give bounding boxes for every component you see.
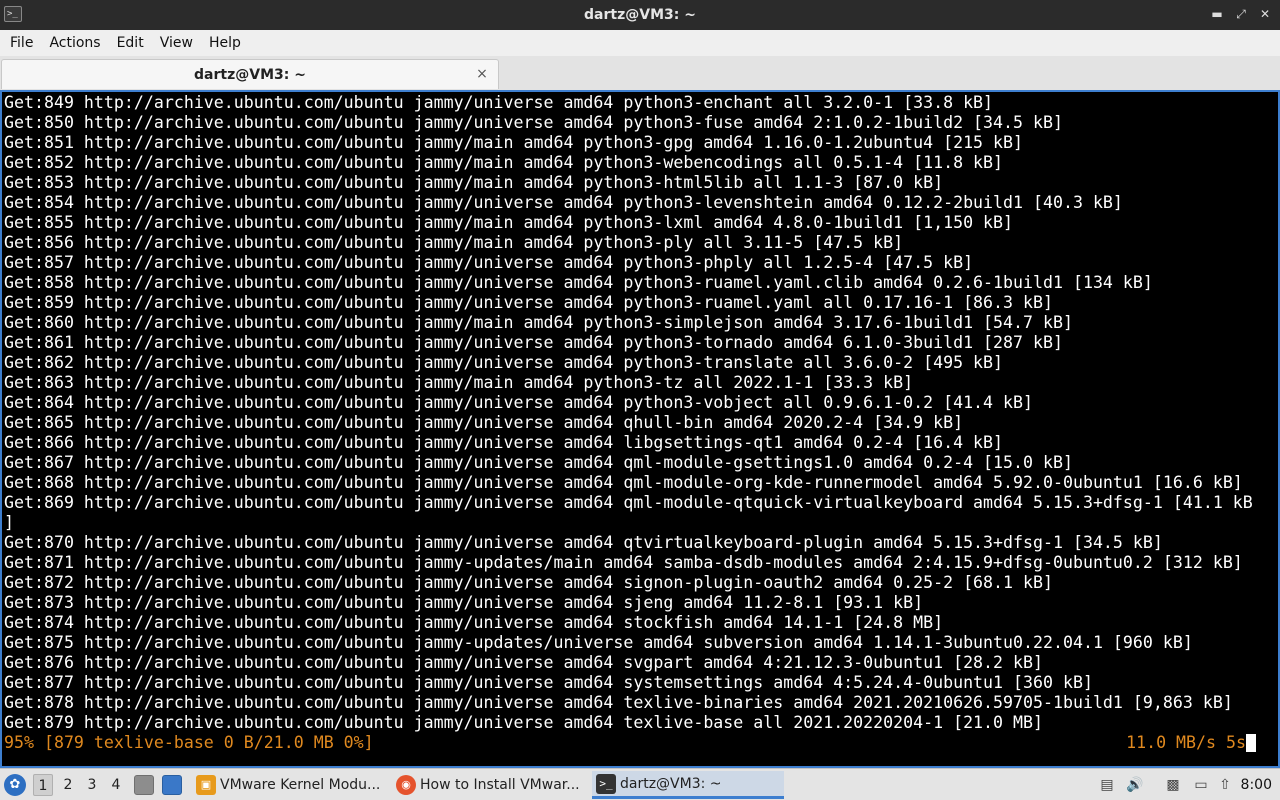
terminal-line: Get:849 http://archive.ubuntu.com/ubuntu… — [4, 93, 994, 112]
terminal-line: Get:877 http://archive.ubuntu.com/ubuntu… — [4, 673, 1093, 692]
terminal-output: Get:849 http://archive.ubuntu.com/ubuntu… — [4, 93, 1274, 733]
terminal-line: Get:857 http://archive.ubuntu.com/ubuntu… — [4, 253, 974, 272]
terminal-line: Get:861 http://archive.ubuntu.com/ubuntu… — [4, 333, 1063, 352]
terminal-line: Get:879 http://archive.ubuntu.com/ubuntu… — [4, 713, 1043, 732]
terminal-line: Get:864 http://archive.ubuntu.com/ubuntu… — [4, 393, 1033, 412]
window-titlebar[interactable]: >_ dartz@VM3: ~ ▬ ⤢ ✕ — [0, 0, 1280, 30]
progress-text: 95% [879 texlive-base 0 B/21.0 MB 0%] — [4, 733, 374, 752]
terminal-line: Get:858 http://archive.ubuntu.com/ubuntu… — [4, 273, 1153, 292]
terminal-line: Get:873 http://archive.ubuntu.com/ubuntu… — [4, 593, 924, 612]
terminal-line: Get:866 http://archive.ubuntu.com/ubuntu… — [4, 433, 1004, 452]
tab-label: dartz@VM3: ~ — [194, 67, 306, 83]
task-label: dartz@VM3: ~ — [620, 775, 722, 792]
clipboard-icon[interactable]: ▤ — [1098, 775, 1116, 795]
terminal-line: Get:852 http://archive.ubuntu.com/ubuntu… — [4, 153, 1004, 172]
terminal-line: Get:862 http://archive.ubuntu.com/ubuntu… — [4, 353, 1004, 372]
workspace-3[interactable]: 3 — [82, 774, 102, 796]
window-controls: ▬ ⤢ ✕ — [1210, 6, 1272, 22]
terminal-line: Get:868 http://archive.ubuntu.com/ubuntu… — [4, 473, 1243, 492]
task-firefox[interactable]: ◉ How to Install VMwar... — [392, 771, 588, 799]
terminal-line: Get:854 http://archive.ubuntu.com/ubuntu… — [4, 193, 1123, 212]
tab-bar: dartz@VM3: ~ × — [0, 56, 1280, 90]
download-speed: 11.0 MB/s 5s — [1126, 733, 1246, 752]
terminal-line: Get:860 http://archive.ubuntu.com/ubuntu… — [4, 313, 1073, 332]
firefox-icon: ◉ — [396, 775, 416, 795]
volume-icon[interactable]: 🔊 — [1126, 775, 1144, 795]
tab-terminal[interactable]: dartz@VM3: ~ × — [1, 59, 499, 89]
terminal-line: ] — [4, 513, 14, 532]
taskbar: ✿ 1 2 3 4 ▣ VMware Kernel Modu... ◉ How … — [0, 768, 1280, 800]
terminal-cursor — [1246, 734, 1256, 752]
terminal-line: Get:875 http://archive.ubuntu.com/ubuntu… — [4, 633, 1193, 652]
start-menu-icon[interactable]: ✿ — [4, 774, 26, 796]
desktop-icon[interactable] — [162, 775, 182, 795]
workspace-1[interactable]: 1 — [33, 774, 53, 796]
terminal-view[interactable]: Get:849 http://archive.ubuntu.com/ubuntu… — [0, 90, 1280, 768]
notes-icon[interactable]: ▩ — [1164, 775, 1182, 795]
terminal-line: Get:871 http://archive.ubuntu.com/ubuntu… — [4, 553, 1243, 572]
terminal-line: Get:850 http://archive.ubuntu.com/ubuntu… — [4, 113, 1063, 132]
tab-close-icon[interactable]: × — [474, 66, 490, 82]
minimize-icon[interactable]: ▬ — [1210, 6, 1224, 22]
display-icon[interactable]: ▭ — [1192, 775, 1210, 795]
terminal-line: Get:853 http://archive.ubuntu.com/ubuntu… — [4, 173, 944, 192]
file-manager-icon[interactable] — [134, 775, 154, 795]
menu-edit[interactable]: Edit — [111, 30, 150, 56]
terminal-line: Get:865 http://archive.ubuntu.com/ubuntu… — [4, 413, 964, 432]
menu-file[interactable]: File — [4, 30, 39, 56]
task-vmware[interactable]: ▣ VMware Kernel Modu... — [192, 771, 388, 799]
terminal-line: Get:878 http://archive.ubuntu.com/ubuntu… — [4, 693, 1233, 712]
close-icon[interactable]: ✕ — [1258, 6, 1272, 22]
terminal-line: Get:867 http://archive.ubuntu.com/ubuntu… — [4, 453, 1073, 472]
terminal-line: Get:869 http://archive.ubuntu.com/ubuntu… — [4, 493, 1253, 512]
menu-bar: File Actions Edit View Help — [0, 30, 1280, 56]
terminal-line: Get:874 http://archive.ubuntu.com/ubuntu… — [4, 613, 944, 632]
terminal-line: Get:856 http://archive.ubuntu.com/ubuntu… — [4, 233, 904, 252]
terminal-icon: >_ — [596, 773, 616, 794]
clock[interactable]: 8:00 — [1241, 769, 1272, 800]
terminal-line: Get:863 http://archive.ubuntu.com/ubuntu… — [4, 373, 914, 392]
menu-actions[interactable]: Actions — [43, 30, 106, 56]
maximize-icon[interactable]: ⤢ — [1234, 6, 1248, 22]
task-label: How to Install VMwar... — [420, 777, 580, 793]
terminal-line: Get:851 http://archive.ubuntu.com/ubuntu… — [4, 133, 1024, 152]
terminal-line: Get:870 http://archive.ubuntu.com/ubuntu… — [4, 533, 1163, 552]
terminal-line: Get:855 http://archive.ubuntu.com/ubuntu… — [4, 213, 1014, 232]
update-icon[interactable]: ⇧ — [1216, 775, 1234, 795]
menu-view[interactable]: View — [154, 30, 199, 56]
vmware-icon: ▣ — [196, 775, 216, 795]
terminal-line: Get:876 http://archive.ubuntu.com/ubuntu… — [4, 653, 1043, 672]
progress-row: 95% [879 texlive-base 0 B/21.0 MB 0%] 11… — [4, 733, 1274, 753]
window-title: dartz@VM3: ~ — [584, 7, 696, 23]
task-terminal[interactable]: >_ dartz@VM3: ~ — [592, 771, 784, 799]
workspace-4[interactable]: 4 — [106, 774, 126, 796]
terminal-line: Get:859 http://archive.ubuntu.com/ubuntu… — [4, 293, 1053, 312]
terminal-line: Get:872 http://archive.ubuntu.com/ubuntu… — [4, 573, 1053, 592]
workspace-2[interactable]: 2 — [58, 774, 78, 796]
task-label: VMware Kernel Modu... — [220, 777, 381, 793]
menu-help[interactable]: Help — [203, 30, 247, 56]
